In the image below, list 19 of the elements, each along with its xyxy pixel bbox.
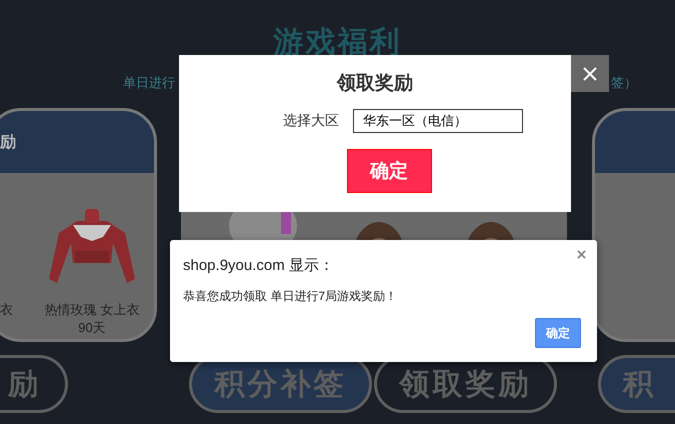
ok-button[interactable]: 确定 <box>535 318 581 348</box>
dialog-title: 领取奖励 <box>337 72 413 96</box>
page-title: 游戏福利 <box>272 26 402 60</box>
pill-button[interactable]: 积 <box>598 355 675 413</box>
close-icon[interactable] <box>577 250 586 259</box>
item-name: 热情玫瑰 女上衣 <box>44 301 140 319</box>
alert-title: shop.9you.com 显示： <box>183 256 335 276</box>
item-duration: 90天 <box>78 319 106 337</box>
item-name: 衣 <box>0 301 13 319</box>
confirm-button[interactable]: 确定 <box>346 149 432 193</box>
subtitle-text: 签） <box>611 74 637 92</box>
close-button[interactable] <box>571 55 609 92</box>
subtitle-text: 单日进行 <box>123 74 175 92</box>
card-title: 励 <box>0 132 16 152</box>
field-label: 选择大区 <box>283 112 339 130</box>
close-icon <box>583 66 597 80</box>
alert-message: 恭喜您成功领取 单日进行7局游戏奖励！ <box>183 288 398 304</box>
region-field[interactable]: 华东一区（电信） <box>353 109 523 133</box>
pill-button[interactable]: 励 <box>0 355 68 413</box>
